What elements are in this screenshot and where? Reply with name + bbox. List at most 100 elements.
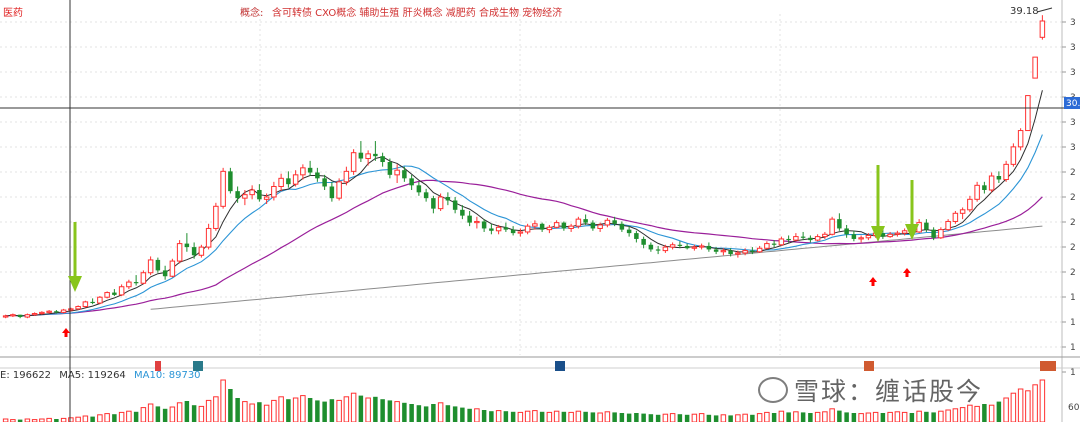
candle-body xyxy=(343,170,350,183)
up-arrow-icon xyxy=(869,277,877,286)
volume-bar xyxy=(315,400,320,422)
volume-bar xyxy=(198,405,205,422)
event-tag[interactable] xyxy=(1040,361,1056,371)
event-tag[interactable] xyxy=(555,361,565,371)
candle-body xyxy=(590,222,596,229)
candle-body xyxy=(641,238,646,245)
candle-body xyxy=(416,185,422,193)
volume-bar xyxy=(837,410,842,422)
concept-tags[interactable]: 含可转债 CXO概念 辅助生殖 肝炎概念 减肥药 合成生物 宠物经济 xyxy=(272,4,562,19)
candle-body xyxy=(894,232,901,235)
event-tag[interactable] xyxy=(193,361,203,371)
candle-body xyxy=(851,234,857,239)
candle-body xyxy=(467,215,472,223)
candle-body xyxy=(931,229,936,238)
volume-bar xyxy=(126,410,132,422)
axis-tick-label: 1 xyxy=(1070,343,1076,353)
candle-body xyxy=(445,196,451,201)
volume-bar xyxy=(409,404,414,422)
industry-label: 医药 xyxy=(3,8,23,19)
volume-bar xyxy=(112,414,117,422)
volume-bar xyxy=(97,414,103,422)
candle-body xyxy=(524,225,531,233)
candle-body xyxy=(373,153,378,157)
candle-body xyxy=(228,171,233,192)
candle-body xyxy=(39,311,45,315)
volume-bar xyxy=(945,409,951,422)
volume-bar xyxy=(60,417,67,422)
event-tag[interactable] xyxy=(155,361,161,371)
ma30-line xyxy=(5,179,1043,317)
volume-bar xyxy=(68,417,74,422)
volume-bar xyxy=(561,411,567,422)
volume-bar xyxy=(858,413,864,422)
volume-axis-tick: 60 xyxy=(1068,403,1080,413)
candle-body xyxy=(510,229,516,234)
candle-body xyxy=(394,169,400,176)
candle-body xyxy=(10,314,16,317)
candle-body xyxy=(2,315,9,318)
candle-body xyxy=(205,227,212,248)
candle-body xyxy=(220,170,226,207)
volume-bar xyxy=(481,410,487,422)
candlestick-series xyxy=(2,15,1046,319)
volume-bar xyxy=(1032,384,1038,422)
volume-bar xyxy=(431,404,436,422)
volume-bar xyxy=(474,408,480,422)
volume-bar xyxy=(242,401,248,422)
candle-body xyxy=(1025,95,1031,132)
volume-bar xyxy=(46,417,52,422)
volume-bar xyxy=(648,414,654,422)
volume-bar xyxy=(104,413,110,422)
ma10-line xyxy=(5,134,1043,317)
candle-body xyxy=(626,229,632,234)
event-tag[interactable] xyxy=(864,361,874,371)
candle-body xyxy=(68,308,74,311)
candle-body xyxy=(489,228,494,231)
volume-bar xyxy=(460,407,465,422)
axis-tick-label: 1 xyxy=(1070,318,1076,328)
volume-bar xyxy=(872,411,879,422)
candle-body xyxy=(365,153,371,160)
candle-body xyxy=(684,245,690,249)
candle-body xyxy=(503,227,509,230)
axis-tick-label: 3 xyxy=(1070,68,1076,78)
volume-bar xyxy=(778,410,785,422)
volume-bar xyxy=(423,406,429,422)
candle-body xyxy=(1039,20,1046,38)
volume-bar xyxy=(604,411,611,422)
volume-bar xyxy=(786,412,791,422)
candle-body xyxy=(17,314,23,318)
volume-bar xyxy=(307,398,313,422)
volume-bar xyxy=(698,413,705,422)
candle-body xyxy=(778,238,785,246)
volume-bar xyxy=(677,414,683,422)
down-arrow-icon xyxy=(73,222,77,278)
moving-average-lines xyxy=(5,90,1043,317)
candle-body xyxy=(60,309,67,313)
volume-bar xyxy=(191,405,197,422)
candle-body xyxy=(409,178,414,186)
candle-body xyxy=(112,292,117,295)
candle-body xyxy=(720,250,727,253)
candle-body xyxy=(800,236,806,238)
candle-body xyxy=(837,219,842,229)
volume-bar xyxy=(568,411,574,422)
candle-body xyxy=(31,313,38,316)
candle-body xyxy=(198,246,205,256)
volume-bar xyxy=(82,415,89,422)
candle-body xyxy=(300,167,306,176)
candle-body xyxy=(75,306,81,310)
candle-body xyxy=(495,226,502,232)
volume-bar xyxy=(350,392,357,422)
volume-bar xyxy=(300,395,306,422)
stock-chart[interactable]: 333333222221111 39.18 30.9 60 xyxy=(0,0,1080,422)
candle-body xyxy=(822,233,828,238)
candle-body xyxy=(808,237,813,241)
candle-body xyxy=(996,176,1002,180)
volume-bar xyxy=(669,413,676,422)
volume-bar xyxy=(553,410,560,422)
candle-body xyxy=(662,246,669,252)
volume-bar xyxy=(336,399,342,422)
volume-bar xyxy=(938,410,944,422)
